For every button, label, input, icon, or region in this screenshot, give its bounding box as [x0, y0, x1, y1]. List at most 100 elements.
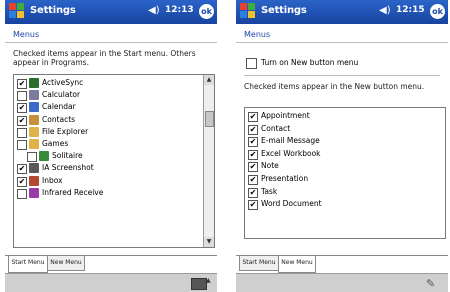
turn-on-new-button-checkbox[interactable]: Turn on New button menu: [246, 57, 441, 69]
item-label: Contacts: [42, 114, 76, 124]
program-icon: [29, 163, 39, 174]
item-label: Infrared Receive: [42, 187, 104, 197]
heading-divider: [5, 42, 217, 43]
item-label: Task: [261, 186, 278, 196]
title-bar: Settings ◀) 12:13 ok: [5, 0, 217, 24]
app-title: Settings: [30, 5, 76, 16]
list-item[interactable]: ✔ Task: [248, 186, 441, 199]
checkbox[interactable]: [17, 188, 27, 199]
list-item[interactable]: Games: [17, 138, 202, 150]
checkbox[interactable]: ✔: [248, 162, 258, 173]
tab-strip: Start Menu New Menu: [236, 255, 448, 273]
item-label: Appointment: [261, 111, 310, 120]
list-item[interactable]: ✔ Inbox: [17, 175, 202, 187]
item-label: ActiveSync: [42, 78, 84, 87]
heading-divider: [236, 42, 448, 43]
ok-button[interactable]: ok: [430, 4, 445, 19]
list-item[interactable]: ✔ Excel Workbook: [248, 148, 441, 161]
scroll-up-arrow-icon[interactable]: ▲: [204, 75, 214, 85]
item-label: Games: [42, 138, 69, 148]
item-label: Calendar: [42, 102, 76, 112]
input-selector-arrow-icon[interactable]: ▲: [206, 277, 211, 284]
item-label: File Explorer: [42, 126, 89, 136]
vertical-scrollbar[interactable]: ▲ ▼: [203, 75, 214, 247]
clock[interactable]: 12:13: [165, 5, 194, 15]
program-icon: [29, 90, 39, 101]
item-label: Inbox: [42, 175, 63, 185]
item-label: Solitaire: [52, 151, 83, 161]
tab-start-menu[interactable]: Start Menu: [239, 256, 279, 271]
item-label: Presentation: [261, 173, 309, 183]
checkbox[interactable]: [17, 127, 27, 138]
checkbox[interactable]: ✔: [17, 115, 27, 126]
list-item[interactable]: ✔ Contact: [248, 123, 441, 136]
command-bar: ✎: [236, 273, 448, 292]
list-item[interactable]: ✔ Contacts: [17, 114, 202, 126]
clock[interactable]: 12:15: [396, 5, 425, 15]
checkbox[interactable]: ✔: [248, 200, 258, 211]
speaker-icon[interactable]: ◀): [379, 5, 391, 16]
scroll-down-arrow-icon[interactable]: ▼: [204, 237, 214, 247]
command-bar: ▲: [5, 273, 217, 292]
list-item[interactable]: Calculator: [17, 89, 202, 102]
checkbox[interactable]: ✔: [248, 137, 258, 148]
item-label: Contact: [261, 123, 291, 133]
tab-strip: Start Menu New Menu: [5, 255, 217, 273]
checkbox[interactable]: [246, 58, 257, 69]
title-bar: Settings ◀) 12:15 ok: [236, 0, 448, 24]
checkbox[interactable]: ✔: [17, 164, 27, 175]
item-label: Note: [261, 161, 279, 171]
program-icon: [29, 126, 39, 137]
windows-start-icon[interactable]: [9, 3, 25, 19]
checkbox[interactable]: [27, 152, 37, 163]
checkbox[interactable]: [17, 91, 27, 102]
item-label: Word Document: [261, 199, 322, 209]
list-item[interactable]: Solitaire: [17, 150, 202, 163]
page-heading: Menus: [13, 30, 40, 39]
scroll-thumb[interactable]: [205, 111, 214, 127]
list-item[interactable]: File Explorer: [17, 126, 202, 138]
app-title: Settings: [261, 5, 307, 16]
new-menu-settings-screen: Settings ◀) 12:15 ok Menus Turn on New b…: [236, 0, 448, 292]
checkbox[interactable]: ✔: [248, 112, 258, 122]
menu-description: Checked items appear in the New button m…: [244, 82, 425, 91]
checkbox[interactable]: ✔: [248, 174, 258, 185]
list-item[interactable]: ✔ Word Document: [248, 198, 441, 211]
checkbox[interactable]: ✔: [248, 187, 258, 198]
list-item[interactable]: ✔ Presentation: [248, 173, 441, 186]
checkbox[interactable]: [17, 139, 27, 150]
tab-start-menu[interactable]: Start Menu: [8, 256, 48, 273]
start-menu-settings-screen: Settings ◀) 12:13 ok Menus Checked items…: [5, 0, 217, 292]
checkbox[interactable]: ✔: [17, 79, 27, 89]
list-item[interactable]: ✔ E-mail Message: [248, 135, 441, 148]
checkbox[interactable]: ✔: [248, 124, 258, 135]
windows-start-icon[interactable]: [240, 3, 256, 19]
checkbox[interactable]: ✔: [248, 149, 258, 160]
checkbox[interactable]: ✔: [17, 176, 27, 187]
program-icon: [29, 78, 39, 88]
program-icon: [29, 114, 39, 125]
item-label: Excel Workbook: [261, 148, 321, 158]
list-item[interactable]: ✔ IA Screenshot: [17, 162, 202, 175]
program-icon: [29, 102, 39, 113]
item-label: E-mail Message: [261, 136, 320, 146]
list-item[interactable]: ✔ Note: [248, 160, 441, 173]
list-item[interactable]: Infrared Receive: [17, 187, 202, 199]
new-menu-list[interactable]: ✔ Appointment ✔ Contact ✔ E-mail Message ✔ Exce…: [244, 107, 446, 239]
program-icon: [39, 151, 49, 162]
checkbox[interactable]: ✔: [17, 103, 27, 114]
list-item[interactable]: ✔ Calendar: [17, 101, 202, 114]
pen-input-icon[interactable]: ✎: [426, 277, 435, 290]
menu-description: Checked items appear in the Start menu. …: [13, 49, 196, 67]
program-icon: [29, 175, 39, 186]
speaker-icon[interactable]: ◀): [148, 5, 160, 16]
tab-new-menu[interactable]: New Menu: [47, 256, 85, 271]
list-item[interactable]: ✔ ActiveSync: [17, 77, 202, 89]
ok-button[interactable]: ok: [199, 4, 214, 19]
item-label: IA Screenshot: [42, 163, 94, 173]
start-menu-list[interactable]: ✔ ActiveSync Calculator ✔ Calendar ✔ Contacts F…: [13, 74, 215, 248]
keyboard-icon[interactable]: [191, 278, 207, 290]
list-item[interactable]: ✔ Appointment: [248, 110, 441, 123]
tab-new-menu[interactable]: New Menu: [278, 256, 316, 273]
checkbox-label: Turn on New button menu: [261, 58, 359, 67]
